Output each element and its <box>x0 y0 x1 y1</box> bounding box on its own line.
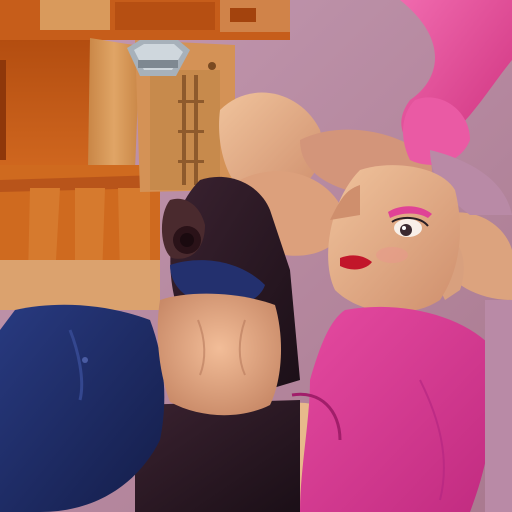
texture-atlas <box>0 0 512 512</box>
edge-skin-strip <box>485 300 512 512</box>
face-panel <box>328 165 460 313</box>
atlas-canvas <box>0 0 512 512</box>
bare-torso-panel <box>157 293 282 416</box>
leather-skirt-panel <box>0 165 160 310</box>
